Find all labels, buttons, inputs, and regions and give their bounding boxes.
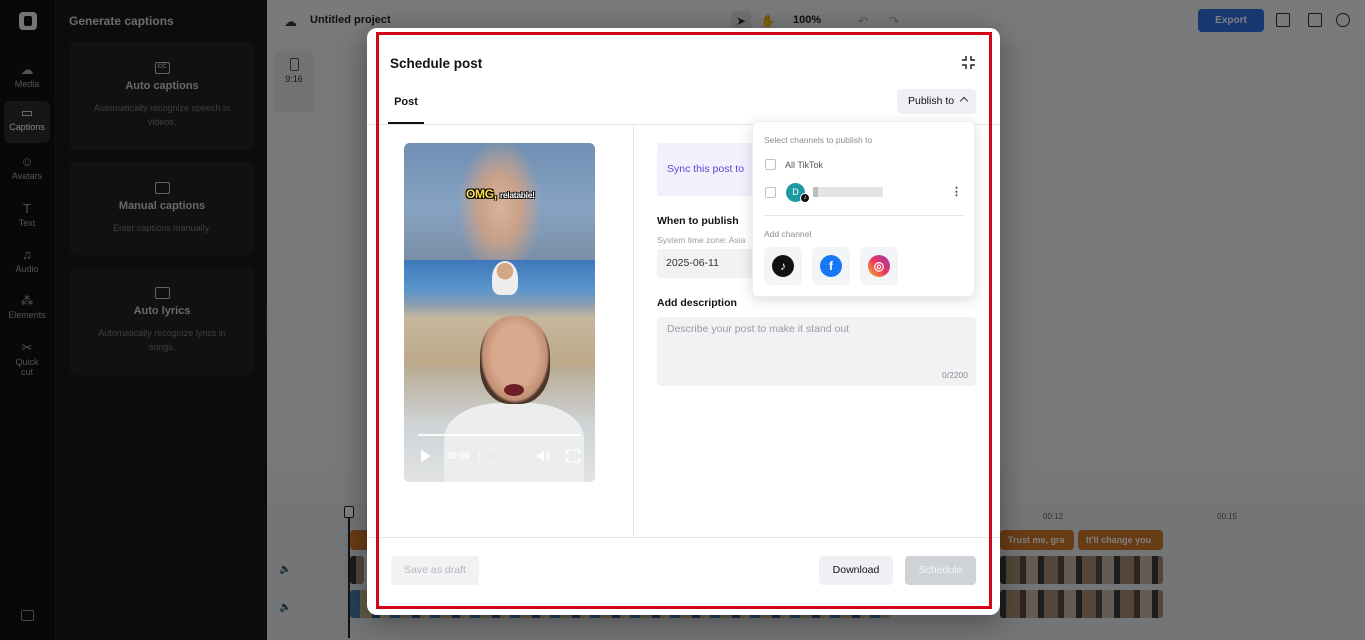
tiktok-badge-icon: ♪ — [800, 193, 810, 203]
sync-text: Sync this post to — [667, 163, 745, 175]
instagram-icon: ◎ — [868, 255, 890, 277]
more-options-icon[interactable]: ⋮ — [951, 185, 962, 199]
video-preview[interactable]: OMG, relatable! 00:00 | 00:14 — [404, 143, 595, 482]
time-separator: | — [478, 451, 481, 461]
dropdown-divider — [764, 215, 964, 216]
publish-to-label: Publish to — [908, 95, 955, 107]
modal-title: Schedule post — [390, 56, 483, 71]
publish-channels-dropdown: Select channels to publish to All TikTok… — [752, 121, 975, 297]
speaker-shirt — [444, 403, 584, 482]
overlay-text-small: relatable! — [499, 190, 535, 200]
all-tiktok-label: All TikTok — [785, 160, 824, 170]
collapse-icon[interactable] — [961, 55, 976, 70]
description-char-count: 0/2200 — [942, 370, 968, 380]
facebook-icon: f — [820, 255, 842, 277]
add-description-label: Add description — [657, 297, 737, 309]
account-name-redacted — [813, 187, 883, 197]
speaker-mouth — [504, 384, 524, 396]
dropdown-title: Select channels to publish to — [764, 135, 873, 145]
video-progress-bar[interactable] — [418, 434, 581, 436]
schedule-post-modal: Schedule post Post Publish to OMG, relat… — [367, 28, 1000, 615]
save-as-draft-button[interactable]: Save as draft — [391, 556, 479, 585]
sync-banner[interactable]: Sync this post to — [657, 143, 753, 196]
publish-to-button[interactable]: Publish to — [897, 89, 976, 114]
footer-divider — [367, 537, 1000, 538]
when-to-publish-label: When to publish — [657, 215, 739, 227]
add-facebook-button[interactable]: f — [812, 247, 850, 285]
video-caption-overlay: OMG, relatable! — [466, 187, 535, 201]
volume-icon[interactable] — [536, 449, 551, 463]
tiktok-icon: ♪ — [772, 255, 794, 277]
timezone-label: System time zone: Asia — [657, 235, 746, 245]
publish-date-field[interactable]: 2025-06-11 — [657, 249, 753, 278]
tab-post[interactable]: Post — [388, 89, 424, 124]
play-icon[interactable] — [421, 450, 431, 462]
time-current: 00:00 — [447, 451, 471, 461]
download-button[interactable]: Download — [819, 556, 893, 585]
beach-person — [492, 261, 518, 295]
time-total: 00:14 — [486, 451, 509, 461]
all-tiktok-checkbox[interactable] — [765, 159, 776, 170]
add-tiktok-button[interactable]: ♪ — [764, 247, 802, 285]
schedule-button[interactable]: Schedule — [905, 556, 976, 585]
overlay-text-big: OMG, — [466, 187, 497, 201]
add-channel-label: Add channel — [764, 229, 812, 239]
blurred-face — [460, 143, 540, 260]
fullscreen-icon[interactable] — [566, 449, 580, 463]
account-checkbox[interactable] — [765, 187, 776, 198]
add-instagram-button[interactable]: ◎ — [860, 247, 898, 285]
column-divider — [633, 125, 634, 537]
chevron-up-icon — [959, 96, 969, 106]
